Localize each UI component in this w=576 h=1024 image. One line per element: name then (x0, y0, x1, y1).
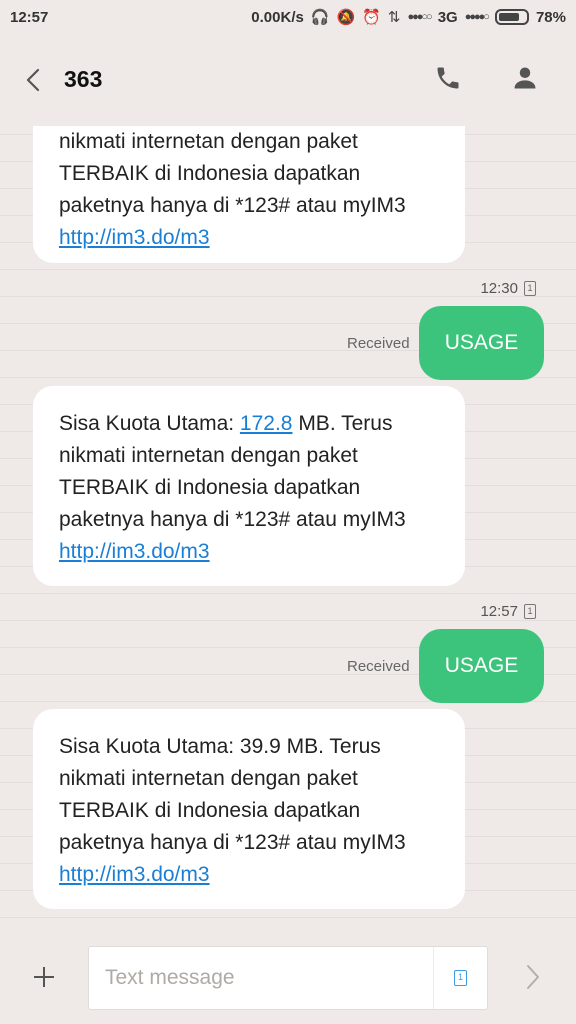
timestamp-text: 12:57 (480, 603, 518, 620)
message-input-box: 1 (88, 946, 488, 1010)
message-timestamp: 12:30 1 (480, 280, 536, 297)
send-button[interactable] (522, 962, 544, 992)
outgoing-message[interactable]: USAGE (419, 306, 544, 380)
incoming-message[interactable]: nikmati internetan dengan paket TERBAIK … (33, 126, 465, 263)
message-line: TERBAIK di Indonesia dapatkan (59, 476, 361, 499)
person-icon (514, 67, 536, 89)
sim-card-icon: 1 (524, 604, 536, 619)
signal-sim2-icon: ●●●●○ (464, 11, 490, 23)
attach-button[interactable] (31, 964, 57, 990)
message-line: Sisa Kuota Utama: 172.8 MB. Terus (59, 412, 393, 435)
alarm-icon: ⏰ (362, 9, 381, 26)
sim-select-button[interactable]: 1 (433, 947, 487, 1009)
message-line: paketnya hanya di *123# atau myIM3 (59, 831, 406, 854)
message-input[interactable] (89, 948, 429, 1008)
message-thread[interactable]: nikmati internetan dengan paket TERBAIK … (0, 126, 576, 942)
conversation-header: 363 (0, 34, 576, 126)
composer-bar: 1 (0, 942, 576, 1024)
sim-card-icon: 1 (524, 281, 536, 296)
message-line: paketnya hanya di *123# atau myIM3 (59, 508, 406, 531)
headphones-icon: 🎧 (310, 9, 330, 26)
message-text: USAGE (444, 654, 519, 677)
battery-percent: 78% (535, 8, 566, 26)
back-button[interactable] (22, 66, 46, 94)
message-line: TERBAIK di Indonesia dapatkan (59, 799, 361, 822)
network-speed: 0.00K/s (251, 8, 304, 26)
status-time: 12:57 (10, 8, 49, 26)
battery-icon (494, 9, 529, 25)
status-icons: 0.00K/s 🎧 🔕 ⏰ ⇅ ●●●○○ 3G ●●●●○ 78% (251, 8, 566, 27)
send-chevron-icon (527, 965, 539, 989)
data-arrows-icon: ⇅ (387, 9, 401, 26)
conversation-title: 363 (64, 66, 103, 92)
mute-bell-icon: 🔕 (336, 9, 356, 26)
delivery-status: Received (347, 658, 410, 675)
outgoing-message[interactable]: USAGE (419, 629, 544, 703)
timestamp-text: 12:30 (480, 280, 518, 297)
message-line: TERBAIK di Indonesia dapatkan (59, 162, 361, 185)
message-link[interactable]: http://im3.do/m3 (59, 540, 210, 563)
phone-icon (437, 67, 459, 89)
sim-card-icon: 1 (454, 970, 467, 986)
back-arrow-icon (26, 68, 40, 92)
quota-value-link[interactable]: 172.8 (240, 412, 293, 435)
signal-sim1-icon: ●●●○○ (407, 11, 432, 23)
plus-icon (34, 967, 54, 987)
message-link[interactable]: http://im3.do/m3 (59, 226, 210, 249)
incoming-message[interactable]: Sisa Kuota Utama: 172.8 MB. Terus nikmat… (33, 386, 465, 586)
message-line: nikmati internetan dengan paket (59, 130, 358, 153)
message-timestamp: 12:57 1 (480, 603, 536, 620)
call-button[interactable] (434, 64, 462, 92)
message-line: nikmati internetan dengan paket (59, 444, 358, 467)
contact-button[interactable] (511, 64, 539, 92)
message-text: USAGE (444, 331, 519, 354)
message-line: nikmati internetan dengan paket (59, 767, 358, 790)
message-line: Sisa Kuota Utama: 39.9 MB. Terus (59, 735, 381, 758)
message-link[interactable]: http://im3.do/m3 (59, 863, 210, 886)
delivery-status: Received (347, 335, 410, 352)
status-bar: 12:57 0.00K/s 🎧 🔕 ⏰ ⇅ ●●●○○ 3G ●●●●○ 78% (0, 0, 576, 34)
message-line: paketnya hanya di *123# atau myIM3 (59, 194, 406, 217)
incoming-message[interactable]: Sisa Kuota Utama: 39.9 MB. Terus nikmati… (33, 709, 465, 909)
network-type: 3G (437, 8, 458, 26)
